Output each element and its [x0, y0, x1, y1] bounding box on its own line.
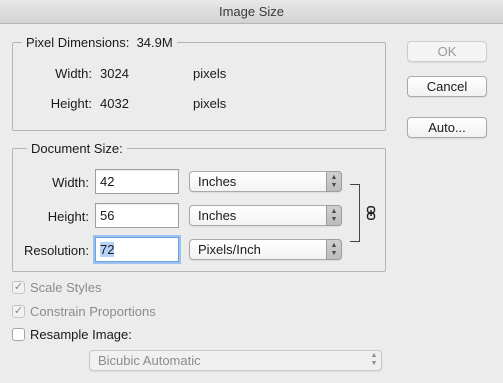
doc-width-input[interactable]: 42: [95, 169, 179, 194]
pixel-width-label: Width:: [55, 66, 92, 81]
pixel-height-label: Height:: [50, 96, 92, 111]
doc-height-label: Height:: [47, 209, 89, 224]
constrain-bracket: [350, 184, 360, 242]
doc-width-unit-select[interactable]: Inches ▲ ▼: [189, 171, 342, 192]
popup-arrows-icon: ▲ ▼: [326, 205, 342, 226]
popup-arrows-icon: ▲ ▼: [326, 239, 342, 260]
resolution-unit-select[interactable]: Pixels/Inch ▲ ▼: [189, 239, 342, 260]
doc-height-unit: Inches: [198, 208, 237, 223]
resample-image-checkbox[interactable]: [12, 328, 25, 341]
constrain-proportions-label: Constrain Proportions: [30, 304, 156, 319]
chain-link-icon: [366, 206, 376, 220]
pixel-width-value: 3024: [100, 66, 129, 81]
scale-styles-label: Scale Styles: [30, 280, 102, 295]
popup-arrows-icon: ▲ ▼: [370, 352, 378, 367]
document-size-legend: Document Size:: [27, 141, 127, 156]
document-size-label: Document Size:: [31, 141, 123, 156]
checkmark-icon: ✓: [13, 305, 24, 317]
resolution-input[interactable]: 72: [95, 237, 179, 262]
auto-button[interactable]: Auto...: [407, 117, 487, 138]
pixel-dimensions-group: [12, 42, 386, 131]
ok-button[interactable]: OK: [407, 41, 487, 62]
cancel-button[interactable]: Cancel: [407, 76, 487, 97]
doc-height-unit-select[interactable]: Inches ▲ ▼: [189, 205, 342, 226]
resolution-unit: Pixels/Inch: [198, 242, 261, 257]
resolution-label: Resolution:: [23, 243, 89, 258]
pixel-height-unit: pixels: [193, 96, 227, 111]
constrain-proportions-checkbox[interactable]: ✓: [12, 305, 25, 318]
resample-image-label: Resample Image:: [30, 327, 132, 342]
scale-styles-checkbox[interactable]: ✓: [12, 281, 25, 294]
pixel-dimensions-legend: Pixel Dimensions: 34.9M: [22, 35, 177, 50]
doc-width-label: Width:: [52, 175, 89, 190]
resample-method-select[interactable]: Bicubic Automatic ▲ ▼: [89, 350, 382, 371]
pixel-width-unit: pixels: [193, 66, 227, 81]
doc-height-input[interactable]: 56: [95, 203, 179, 228]
doc-height-value: 56: [100, 208, 115, 223]
pixel-height-value: 4032: [100, 96, 129, 111]
doc-width-unit: Inches: [198, 174, 237, 189]
resolution-value: 72: [100, 242, 115, 257]
doc-width-value: 42: [100, 174, 115, 189]
pixel-dimensions-size: 34.9M: [136, 35, 173, 50]
window-title-bar: Image Size: [0, 0, 503, 24]
resample-method-value: Bicubic Automatic: [98, 353, 201, 368]
window-title: Image Size: [218, 4, 285, 19]
checkmark-icon: ✓: [13, 281, 24, 293]
popup-arrows-icon: ▲ ▼: [326, 171, 342, 192]
pixel-dimensions-label: Pixel Dimensions:: [26, 35, 130, 50]
